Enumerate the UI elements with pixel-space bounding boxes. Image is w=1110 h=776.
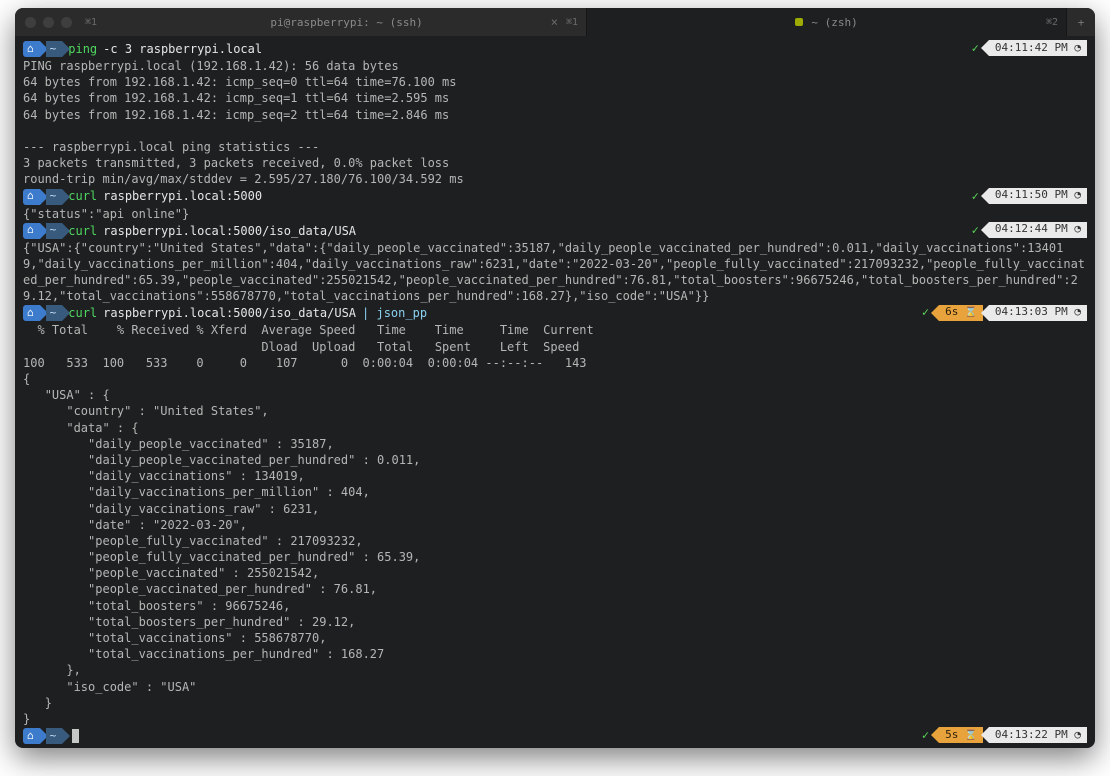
time-chip: 04:13:22 PM <box>989 727 1087 743</box>
command-output: % Total % Received % Xferd Average Speed… <box>23 322 1087 727</box>
prompt-tilde-segment: ~ <box>46 728 63 744</box>
command-output: {"status":"api online"} <box>23 206 1087 222</box>
tab-label: ~ (zsh) <box>811 16 857 29</box>
command-output: {"USA":{"country":"United States","data"… <box>23 240 1087 305</box>
prompt-tilde-segment: ~ <box>46 189 63 205</box>
prompt-home-segment: ⌂ <box>23 189 40 205</box>
command-args: raspberrypi.local:5000/iso_data/USA <box>103 305 356 321</box>
command-name: curl <box>68 188 97 204</box>
clock-icon <box>1068 41 1081 56</box>
right-status: ✓ 6s 04:13:03 PM <box>922 304 1087 320</box>
right-status: ✓ 04:11:42 PM <box>972 40 1087 56</box>
ok-icon: ✓ <box>922 304 929 320</box>
zoom-dot[interactable] <box>61 17 72 28</box>
prompt-home-segment: ⌂ <box>23 305 40 321</box>
prompt-home-segment: ⌂ <box>23 41 40 57</box>
ok-icon: ✓ <box>972 222 979 238</box>
command-row: ⌂ ~ ping -c 3 raspberrypi.local ✓ 04:11:42 … <box>23 40 1087 58</box>
command-pipe: | json_pp <box>362 305 427 321</box>
ok-icon: ✓ <box>972 40 979 56</box>
close-dot[interactable] <box>25 17 36 28</box>
hourglass-icon <box>958 728 976 743</box>
prompt-tilde-segment: ~ <box>46 223 63 239</box>
tab-kbd: ⌘1 <box>566 17 578 28</box>
prompt-home-segment: ⌂ <box>23 728 40 744</box>
minimize-dot[interactable] <box>43 17 54 28</box>
time-chip: 04:13:03 PM <box>989 305 1087 321</box>
clock-icon <box>1068 188 1081 203</box>
command-name: curl <box>68 223 97 239</box>
terminal-window: ⌘1 pi@raspberrypi: ~ (ssh) × ⌘1 ~ (zsh) … <box>15 8 1095 748</box>
duration-chip: 5s <box>939 727 983 743</box>
tab-kbd-left: ⌘1 <box>85 17 97 28</box>
titlebar: ⌘1 pi@raspberrypi: ~ (ssh) × ⌘1 ~ (zsh) … <box>15 8 1095 36</box>
command-output: PING raspberrypi.local (192.168.1.42): 5… <box>23 58 1087 188</box>
command-args: raspberrypi.local:5000 <box>103 188 262 204</box>
cursor <box>72 729 79 743</box>
active-dot-icon <box>795 18 803 26</box>
plus-icon: + <box>1078 16 1085 29</box>
close-icon[interactable]: × <box>551 15 558 29</box>
command-args: raspberrypi.local:5000/iso_data/USA <box>103 223 356 239</box>
tab-ssh[interactable]: pi@raspberrypi: ~ (ssh) × ⌘1 <box>107 8 587 36</box>
tab-label: pi@raspberrypi: ~ (ssh) <box>270 16 422 29</box>
new-tab-button[interactable]: + <box>1067 8 1095 36</box>
right-status: ✓ 04:11:50 PM <box>972 188 1087 204</box>
tab-zsh[interactable]: ~ (zsh) ⌘2 <box>587 8 1067 36</box>
window-controls: ⌘1 <box>15 8 107 36</box>
command-row: ⌂ ~ curl raspberrypi.local:5000 ✓ 04:11:50 … <box>23 188 1087 206</box>
prompt-tilde-segment: ~ <box>46 41 63 57</box>
duration-chip: 6s <box>939 305 983 321</box>
terminal-body[interactable]: ⌂ ~ ping -c 3 raspberrypi.local ✓ 04:11:42 … <box>15 36 1095 748</box>
command-name: ping <box>68 41 97 57</box>
ok-icon: ✓ <box>972 188 979 204</box>
time-chip: 04:11:42 PM <box>989 40 1087 56</box>
right-status: ✓ 5s 04:13:22 PM <box>922 727 1087 743</box>
clock-icon <box>1068 305 1081 320</box>
command-args: -c 3 raspberrypi.local <box>103 41 262 57</box>
clock-icon <box>1068 728 1081 743</box>
command-row: ⌂ ~ curl raspberrypi.local:5000/iso_data/… <box>23 222 1087 240</box>
time-chip: 04:12:44 PM <box>989 222 1087 238</box>
clock-icon <box>1068 222 1081 237</box>
ok-icon: ✓ <box>922 727 929 743</box>
command-name: curl <box>68 305 97 321</box>
prompt-tilde-segment: ~ <box>46 305 63 321</box>
hourglass-icon <box>958 305 976 320</box>
tab-kbd: ⌘2 <box>1046 17 1058 28</box>
command-row: ⌂ ~ curl raspberrypi.local:5000/iso_data/… <box>23 304 1087 322</box>
right-status: ✓ 04:12:44 PM <box>972 222 1087 238</box>
time-chip: 04:11:50 PM <box>989 188 1087 204</box>
prompt-row[interactable]: ⌂ ~ ✓ 5s 04:13:22 PM <box>23 727 1087 745</box>
prompt-home-segment: ⌂ <box>23 223 40 239</box>
